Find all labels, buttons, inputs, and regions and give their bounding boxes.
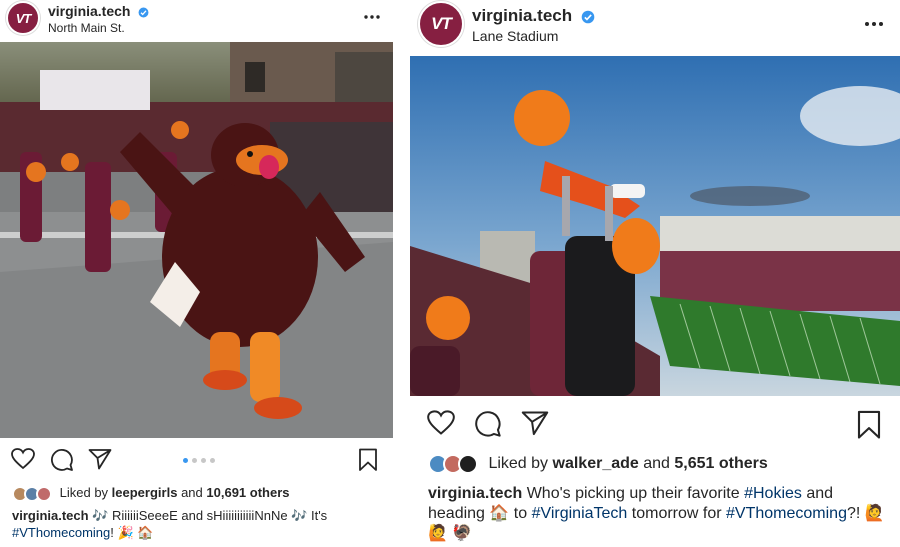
avatar[interactable]: VT	[6, 1, 40, 35]
caption-tail: ! 🎉 🏠	[110, 524, 154, 540]
username[interactable]: virginia.tech	[48, 3, 149, 19]
caption: virginia.tech 🎶 RiiiiiiSeeeE and sHiiiii…	[12, 508, 382, 542]
caption-hashtag[interactable]: #VirginiaTech	[532, 505, 628, 522]
username[interactable]: virginia.tech	[472, 6, 595, 26]
liker-avatars[interactable]	[12, 485, 56, 502]
heart-icon[interactable]	[11, 448, 35, 470]
username-text[interactable]: virginia.tech	[48, 3, 130, 19]
likes-row: Liked by leepergirls and 10,691 others	[12, 485, 290, 502]
caption-text: 🎶 RiiiiiiSeeeE and sHiiiiiiiiiiiNnNe 🎶 I…	[92, 508, 328, 523]
avatar[interactable]: VT	[418, 1, 464, 47]
location-link[interactable]: Lane Stadium	[472, 28, 558, 44]
caption-username[interactable]: virginia.tech	[12, 508, 89, 523]
post-photo[interactable]	[410, 56, 900, 396]
parade-photo	[0, 42, 393, 438]
heart-icon[interactable]	[427, 410, 455, 436]
action-bar	[0, 446, 393, 474]
liked-by-and: and	[643, 455, 670, 473]
liked-by-prefix: Liked by	[59, 485, 109, 500]
location-link[interactable]: North Main St.	[48, 21, 125, 35]
more-icon[interactable]	[360, 5, 384, 29]
bookmark-icon[interactable]	[358, 448, 378, 472]
carousel-dot	[183, 458, 188, 463]
liked-by-prefix: Liked by	[488, 455, 549, 473]
verified-icon	[581, 10, 595, 23]
carousel-dot	[201, 458, 206, 463]
carousel-indicator	[183, 458, 215, 463]
caption-hashtag[interactable]: #Hokies	[744, 485, 802, 502]
username-text[interactable]: virginia.tech	[472, 6, 572, 25]
caption-username[interactable]: virginia.tech	[428, 485, 522, 502]
carousel-dot	[192, 458, 197, 463]
post-photo[interactable]	[0, 42, 393, 438]
carousel-dot	[210, 458, 215, 463]
share-icon[interactable]	[521, 410, 549, 436]
caption-hashtag[interactable]: #VThomecoming	[12, 525, 110, 540]
comment-icon[interactable]	[474, 410, 502, 438]
caption-text: Who's picking up their favorite	[526, 485, 740, 502]
liked-by-others[interactable]: 5,651 others	[674, 455, 767, 472]
share-icon[interactable]	[88, 448, 112, 470]
avatar-logo: VT	[15, 10, 32, 26]
liked-by-and: and	[181, 485, 203, 500]
liker-avatars[interactable]	[428, 454, 484, 474]
caption-hashtag[interactable]: #VThomecoming	[726, 505, 847, 522]
bookmark-icon[interactable]	[856, 410, 882, 440]
likes-row: Liked by walker_ade and 5,651 others	[428, 454, 768, 474]
comment-icon[interactable]	[50, 448, 74, 472]
liked-by-user[interactable]: leepergirls	[112, 485, 178, 500]
caption-text: tomorrow for	[631, 505, 722, 522]
stadium-photo	[410, 56, 900, 396]
avatar-logo: VT	[431, 14, 452, 33]
more-icon[interactable]	[862, 12, 886, 36]
post-right: VT virginia.tech Lane Stadium Liked by w…	[410, 0, 900, 547]
post-left: VT virginia.tech North Main St. Liked by…	[0, 0, 393, 547]
action-bar	[410, 408, 900, 440]
liked-by-others[interactable]: 10,691 others	[206, 485, 289, 500]
verified-icon	[138, 7, 149, 18]
liked-by-user[interactable]: walker_ade	[553, 455, 639, 472]
caption: virginia.tech Who's picking up their fav…	[428, 484, 888, 544]
